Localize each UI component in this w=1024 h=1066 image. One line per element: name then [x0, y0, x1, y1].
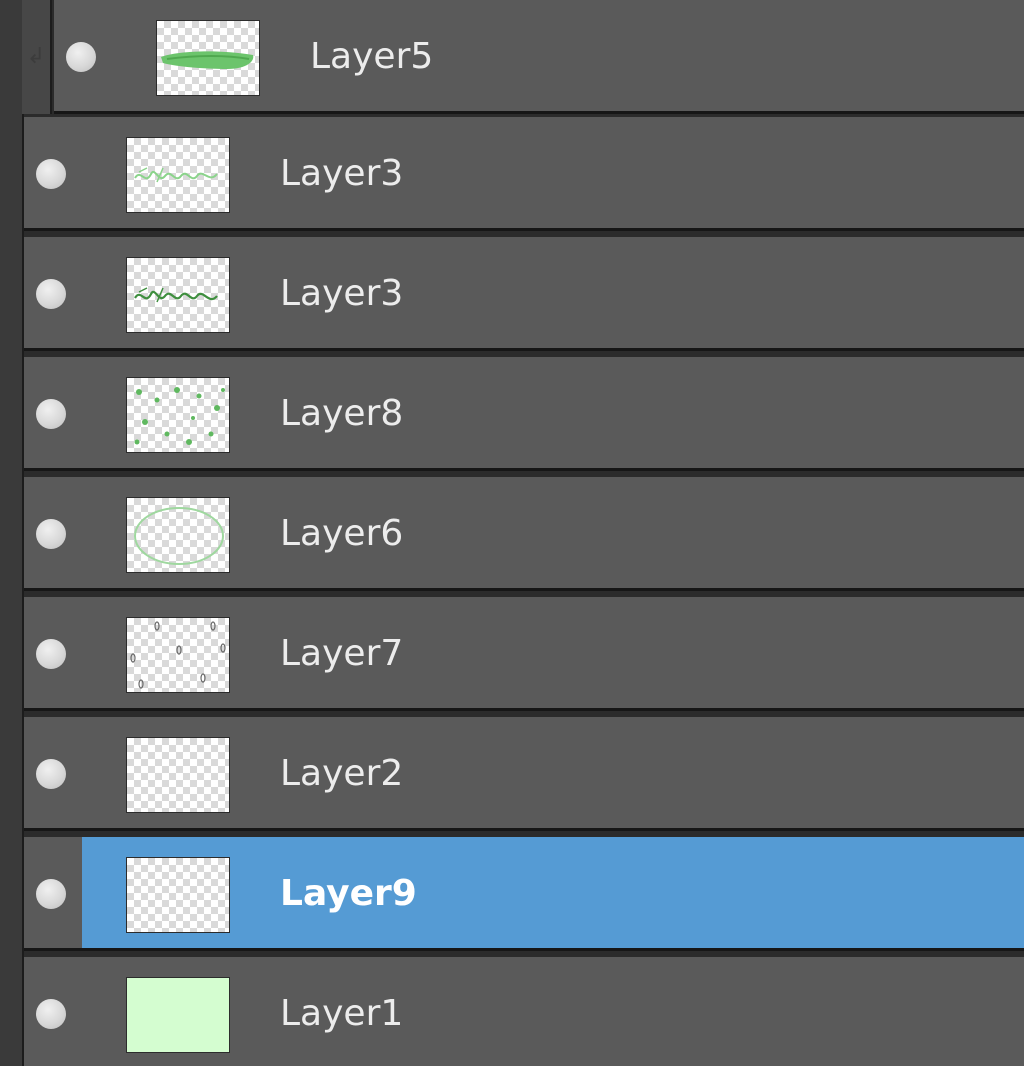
layer-thumbnail [126, 137, 230, 213]
visibility-toggle-icon[interactable] [36, 519, 66, 549]
layer-thumbnail [126, 257, 230, 333]
visibility-toggle-icon[interactable] [36, 759, 66, 789]
layer-name: Layer6 [280, 513, 404, 554]
layer-name: Layer1 [280, 993, 404, 1034]
visibility-toggle-icon[interactable] [36, 399, 66, 429]
clipping-arrow-icon: ↲ [22, 0, 52, 114]
visibility-toggle-icon[interactable] [36, 159, 66, 189]
layer-thumbnail [126, 377, 230, 453]
layer-name: Layer7 [280, 633, 404, 674]
layer-row-layer8[interactable]: Layer8 [24, 357, 1024, 471]
green-lettering-icon [134, 287, 218, 303]
layer-row-layer6[interactable]: Layer6 [24, 477, 1024, 591]
small-marks-icon [130, 621, 226, 689]
layer-thumbnail [126, 857, 230, 933]
layer-name: Layer8 [280, 393, 404, 434]
visibility-toggle-icon[interactable] [36, 999, 66, 1029]
green-dots-icon [134, 387, 225, 445]
layer-row-layer5[interactable]: Layer5 [54, 0, 1024, 114]
visibility-toggle-icon[interactable] [36, 639, 66, 669]
green-lettering-icon [134, 167, 218, 183]
layer-row-layer1[interactable]: Layer1 [24, 957, 1024, 1066]
green-oval-icon [134, 507, 224, 565]
visibility-toggle-icon[interactable] [66, 42, 96, 72]
layer-name: Layer5 [310, 36, 434, 77]
layer-name: Layer3 [280, 153, 404, 194]
layer-thumbnail [126, 497, 230, 573]
panel-left-border [0, 0, 24, 1066]
layer-row-layer2[interactable]: Layer2 [24, 717, 1024, 831]
green-brush-stroke-icon [161, 51, 254, 69]
layer-thumbnail [156, 20, 260, 96]
layer-thumbnail [126, 737, 230, 813]
layer-row-layer9[interactable]: Layer9 [24, 837, 1024, 951]
visibility-toggle-icon[interactable] [36, 279, 66, 309]
layer-thumbnail [126, 617, 230, 693]
visibility-toggle-icon[interactable] [36, 879, 66, 909]
layer-thumbnail [126, 977, 230, 1053]
layer-row-layer7[interactable]: Layer7 [24, 597, 1024, 711]
layer-name: Layer3 [280, 273, 404, 314]
layer-name: Layer2 [280, 753, 404, 794]
layer-name: Layer9 [280, 873, 417, 914]
layer-row-layer3[interactable]: Layer3 [24, 237, 1024, 351]
layer-row-layer3[interactable]: Layer3 [24, 117, 1024, 231]
layers-panel: Layer5 ↲ Layer3 Layer3 Layer8 Layer6 Lay… [0, 0, 1024, 1066]
